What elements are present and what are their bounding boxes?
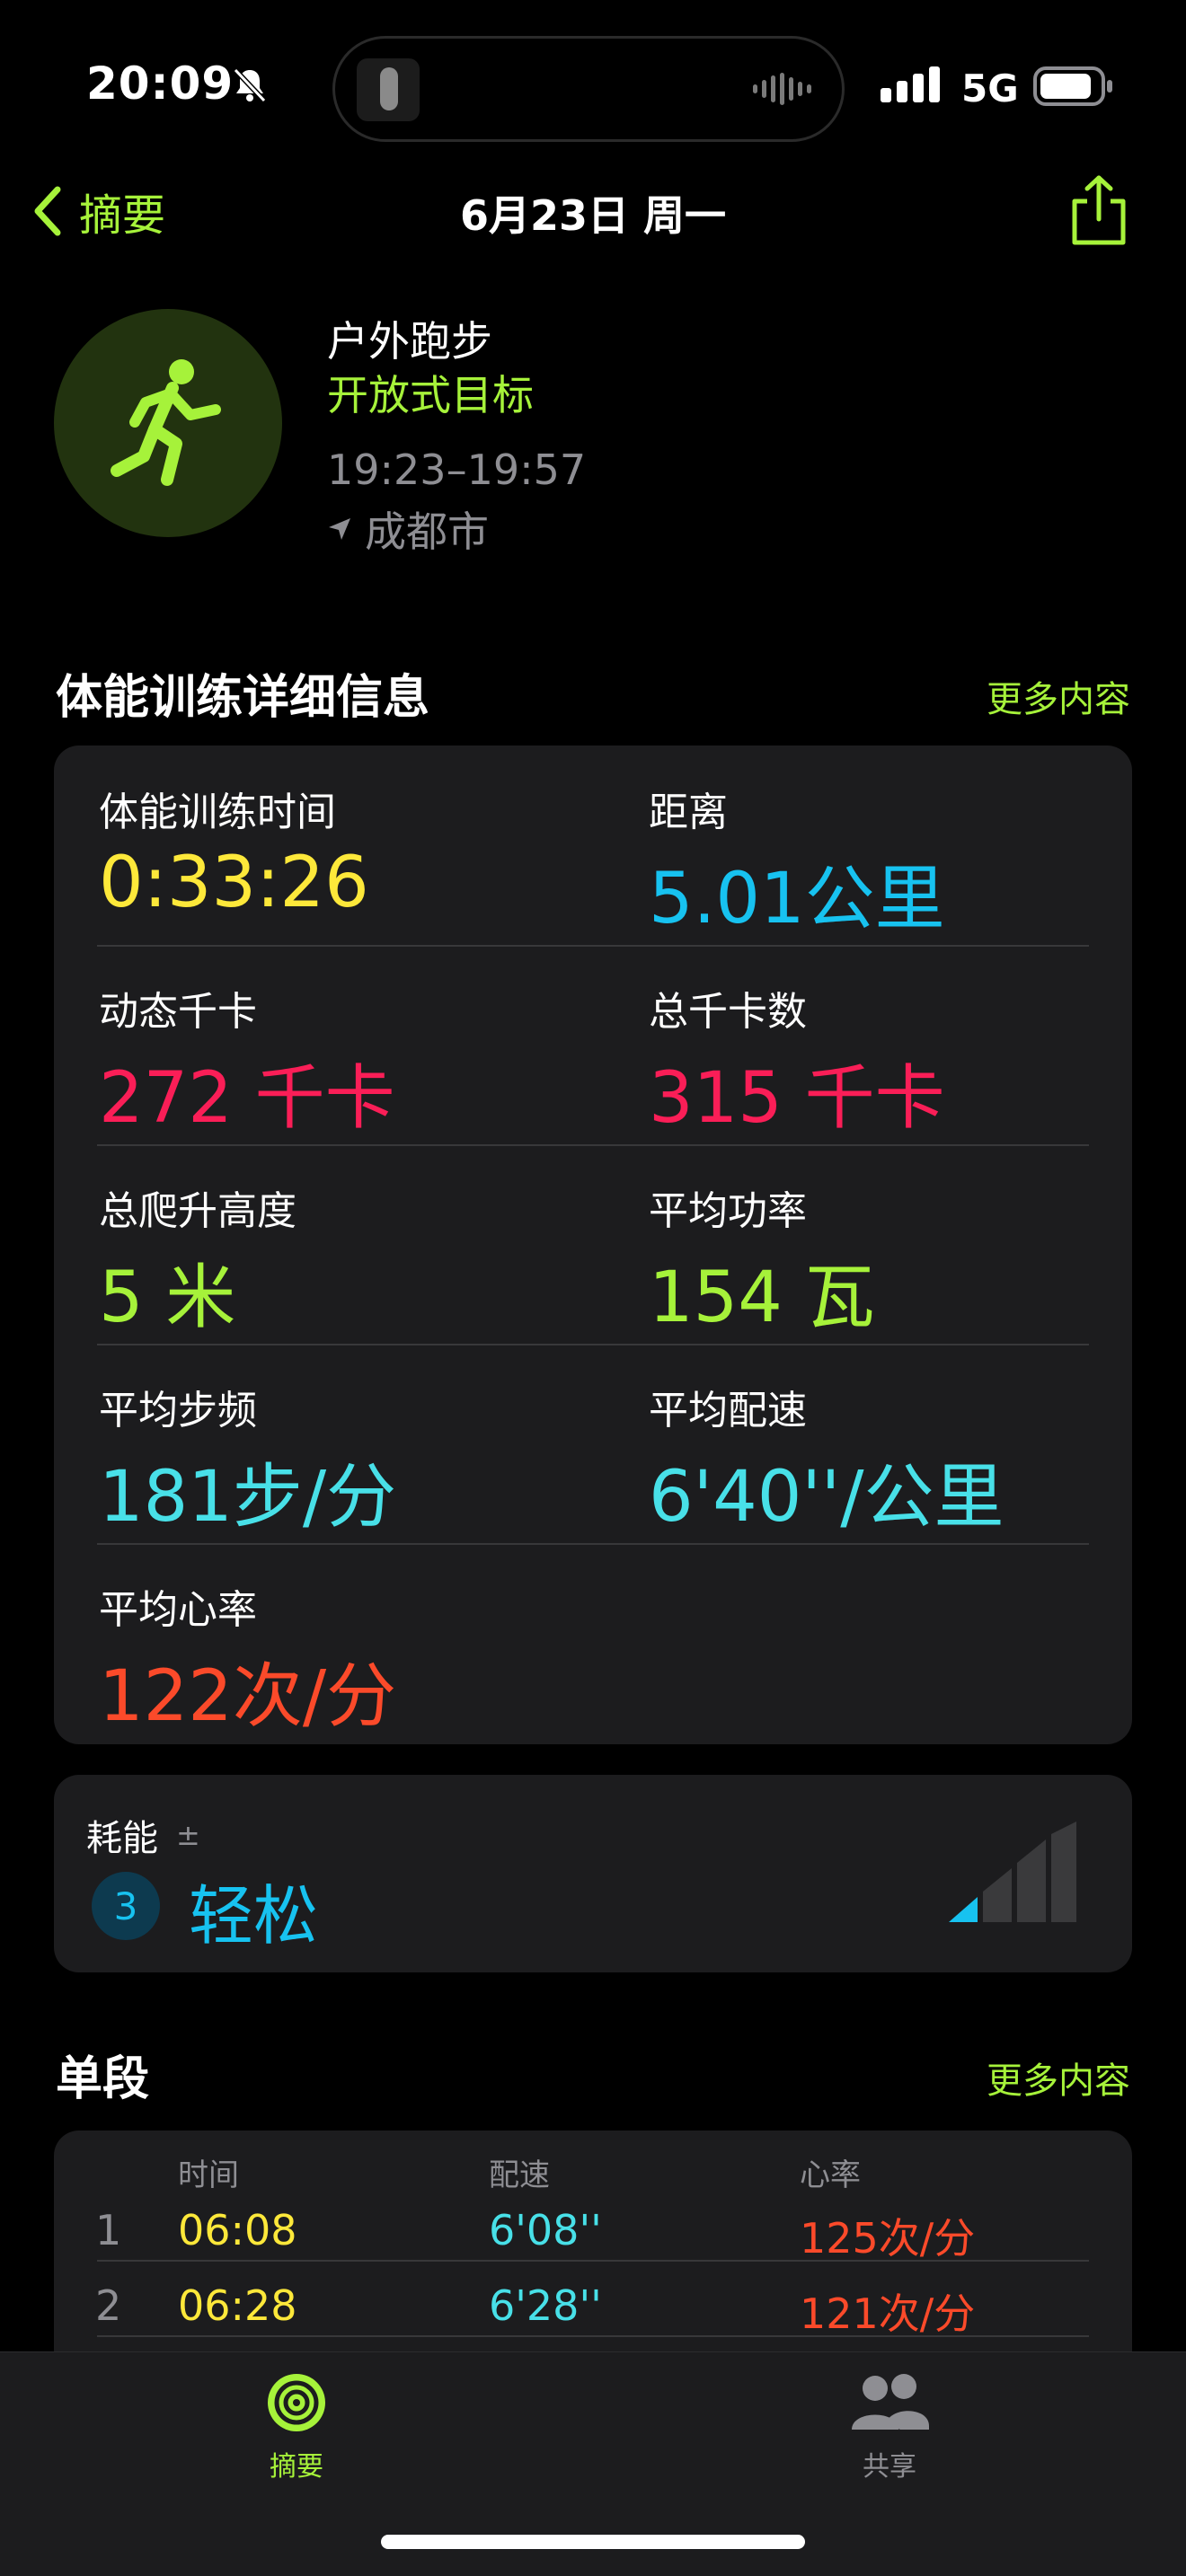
metric-label: 平均功率 (649, 1188, 807, 1234)
metric-value: 272 千卡 (99, 1058, 395, 1139)
metric-label: 总千卡数 (649, 989, 807, 1035)
split-row: 2 06:28 6'28'' 121次/分 (54, 2269, 1132, 2344)
metric-label: 距离 (649, 790, 728, 835)
activity-rings-icon (268, 2374, 325, 2431)
splits-more-link[interactable]: 更多内容 (987, 2051, 1130, 2104)
page-title: 6月23日 周一 (459, 191, 727, 240)
divider (97, 2260, 1089, 2262)
people-icon (852, 2374, 929, 2430)
tab-summary[interactable]: 摘要 (162, 2370, 431, 2483)
split-hr: 125次/分 (800, 2214, 976, 2263)
split-header-time: 时间 (178, 2157, 239, 2193)
metric-value: 0:33:26 (99, 842, 369, 923)
effort-level-word: 轻松 (189, 1878, 319, 1954)
metric-avg-heart-rate: 平均心率 122次/分 (99, 1577, 396, 1741)
workout-type-badge (54, 309, 282, 537)
details-section-title: 体能训练详细信息 (56, 671, 430, 725)
metric-avg-pace: 平均配速 6'40''/公里 (649, 1378, 1005, 1541)
split-header-pace: 配速 (489, 2157, 550, 2193)
split-time: 06:28 (178, 2281, 297, 2330)
now-playing-artwork (357, 58, 420, 121)
workout-details-card[interactable]: 体能训练时间 0:33:26 距离 5.01公里 动态千卡 272 千卡 总千卡… (54, 745, 1132, 1744)
metric-value: 181步/分 (99, 1457, 397, 1538)
status-time: 20:09 (86, 57, 235, 110)
battery-icon (1033, 66, 1112, 106)
effort-card[interactable]: 耗能 ± 3 轻松 (54, 1775, 1132, 1972)
metric-elevation: 总爬升高度 5 米 (99, 1178, 296, 1342)
location-label: 成都市 (365, 507, 489, 556)
divider (97, 2335, 1089, 2337)
share-icon[interactable] (1069, 174, 1128, 246)
divider (97, 945, 1089, 947)
bell-muted-icon (233, 67, 267, 103)
effort-title: 耗能 (86, 1818, 158, 1859)
metric-label: 体能训练时间 (99, 790, 336, 835)
audio-waveform-icon (753, 73, 811, 105)
workout-location: 成都市 (327, 499, 489, 559)
running-figure-icon (111, 359, 221, 486)
splits-section-title: 单段 (56, 2052, 150, 2106)
tab-sharing-label: 共享 (863, 2451, 916, 2483)
split-time: 06:08 (178, 2206, 297, 2254)
split-pace: 6'28'' (489, 2281, 602, 2330)
workout-goal: 开放式目标 (327, 371, 534, 419)
metric-label: 平均配速 (649, 1388, 807, 1434)
divider (97, 1543, 1089, 1545)
tab-summary-label: 摘要 (270, 2451, 323, 2483)
metric-value: 122次/分 (99, 1656, 397, 1737)
details-more-link[interactable]: 更多内容 (987, 670, 1130, 722)
effort-level-badge: 3 (92, 1872, 160, 1940)
tab-sharing[interactable]: 共享 (755, 2370, 1024, 2483)
split-pace: 6'08'' (489, 2206, 602, 2254)
metric-label: 动态千卡 (99, 989, 257, 1035)
metric-value: 5.01公里 (649, 859, 945, 940)
metric-value: 154 瓦 (649, 1257, 875, 1338)
effort-bars-icon (949, 1822, 1076, 1922)
split-index: 2 (95, 2281, 122, 2330)
metric-avg-power: 平均功率 154 瓦 (649, 1178, 875, 1342)
metric-total-kcal: 总千卡数 315 千卡 (649, 979, 945, 1142)
metric-label: 总爬升高度 (99, 1188, 296, 1234)
metric-distance: 距离 5.01公里 (649, 780, 945, 943)
metric-avg-cadence: 平均步频 181步/分 (99, 1378, 396, 1541)
home-indicator[interactable] (381, 2535, 805, 2549)
split-row: 1 06:08 6'08'' 125次/分 (54, 2193, 1132, 2269)
metric-active-kcal: 动态千卡 272 千卡 (99, 979, 395, 1142)
metric-value: 5 米 (99, 1257, 236, 1338)
divider (97, 1144, 1089, 1146)
split-index: 1 (95, 2206, 122, 2254)
dynamic-island[interactable] (332, 36, 845, 142)
workout-time-range: 19:23–19:57 (327, 446, 587, 494)
metric-value: 6'40''/公里 (649, 1457, 1005, 1538)
metric-value: 315 千卡 (649, 1058, 945, 1139)
metric-duration: 体能训练时间 0:33:26 (99, 780, 369, 923)
metric-label: 平均步频 (99, 1388, 257, 1434)
workout-type: 户外跑步 (327, 317, 492, 366)
effort-plusminus: ± (176, 1818, 200, 1852)
location-arrow-icon (329, 518, 350, 540)
effort-label: 耗能 ± (86, 1809, 200, 1861)
cellular-signal-icon (881, 66, 940, 102)
metric-label: 平均心率 (99, 1587, 257, 1633)
split-header-hr: 心率 (800, 2157, 861, 2193)
split-hr: 121次/分 (800, 2289, 976, 2338)
network-type: 5G (961, 66, 1019, 110)
divider (97, 1344, 1089, 1345)
